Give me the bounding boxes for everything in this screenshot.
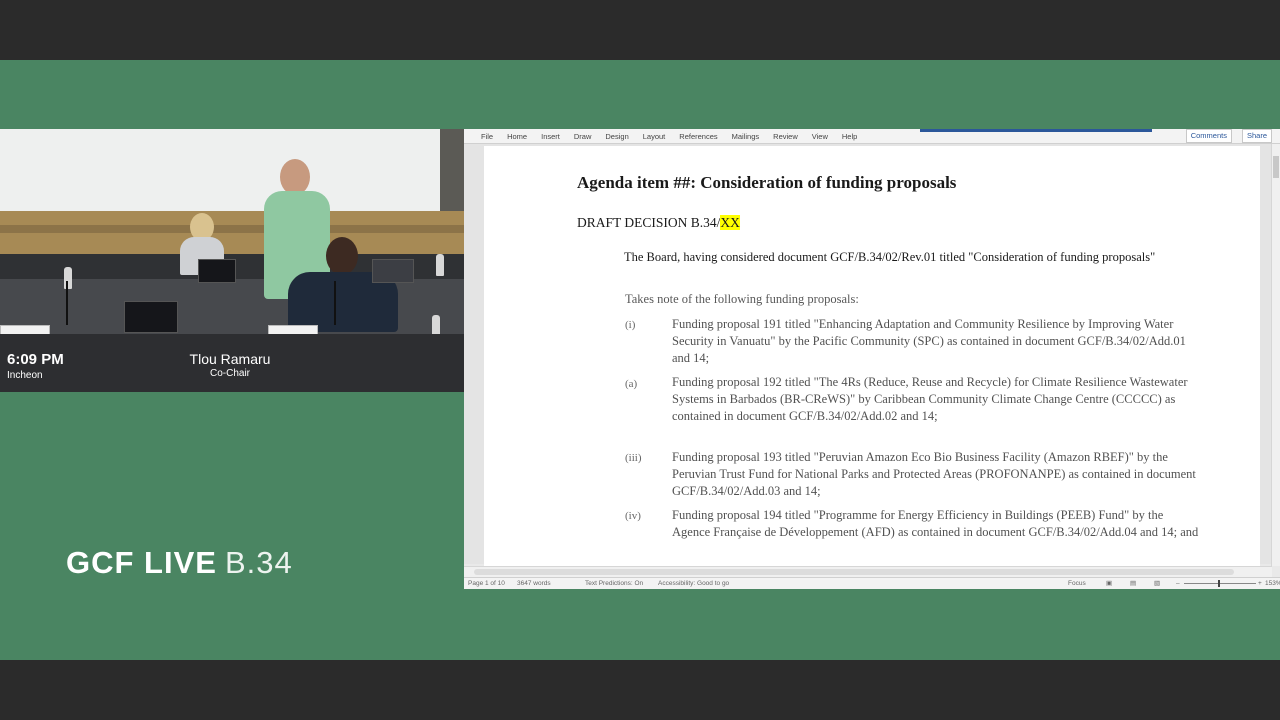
print-layout-icon[interactable]: ▤: [1130, 578, 1136, 589]
laptop: [198, 259, 236, 283]
tab-help[interactable]: Help: [835, 129, 864, 143]
ribbon-actions: Comments Share: [1185, 129, 1272, 143]
tab-review[interactable]: Review: [766, 129, 805, 143]
camera-feed: 6:09 PM Incheon Tlou Ramaru Co-Chair: [0, 129, 464, 392]
letterbox-bottom: [0, 660, 1280, 720]
laptop: [372, 259, 414, 283]
tab-home[interactable]: Home: [500, 129, 534, 143]
tab-insert[interactable]: Insert: [534, 129, 567, 143]
subitem-text: Funding proposal 191 titled "Enhancing A…: [672, 317, 1186, 365]
tab-references[interactable]: References: [672, 129, 724, 143]
comments-button[interactable]: Comments: [1185, 129, 1232, 143]
brand-session: B.34: [224, 545, 293, 580]
item-lead: Takes note of the following funding prop…: [625, 292, 859, 306]
subitem-marker: (i): [625, 319, 636, 331]
scroll-thumb[interactable]: [1273, 156, 1279, 178]
zoom-level[interactable]: 153%: [1265, 578, 1280, 589]
letterbox-top: [0, 0, 1280, 60]
web-layout-icon[interactable]: ▧: [1154, 578, 1160, 589]
tab-view[interactable]: View: [805, 129, 835, 143]
subitem-text: Funding proposal 194 titled "Programme f…: [672, 508, 1199, 539]
page-count[interactable]: Page 1 of 10: [468, 578, 505, 589]
tab-layout[interactable]: Layout: [636, 129, 673, 143]
subitem-marker: (iii): [625, 452, 642, 464]
wall-stripe: [0, 225, 464, 233]
word-document-window: File Home Insert Draw Design Layout Refe…: [464, 129, 1280, 589]
focus-button[interactable]: Focus: [1068, 578, 1086, 589]
ribbon-tabs: File Home Insert Draw Design Layout Refe…: [474, 129, 864, 143]
word-count[interactable]: 3647 words: [517, 578, 551, 589]
water-bottle: [436, 254, 444, 276]
zoom-out-icon[interactable]: –: [1176, 578, 1180, 589]
tab-file[interactable]: File: [474, 129, 500, 143]
document-page[interactable]: Agenda item ##: Consideration of funding…: [484, 146, 1260, 566]
share-button[interactable]: Share: [1241, 129, 1272, 143]
ribbon-bar: File Home Insert Draw Design Layout Refe…: [464, 129, 1280, 144]
subitem-marker: (iv): [625, 510, 641, 522]
clock-time: 6:09 PM: [7, 351, 64, 368]
co-chair-person: [288, 237, 398, 332]
document-canvas: Agenda item ##: Consideration of funding…: [464, 144, 1272, 566]
microphone: [334, 281, 336, 325]
speaker-role: Co-Chair: [209, 368, 250, 379]
accessibility-status[interactable]: Accessibility: Good to go: [658, 578, 729, 589]
intro-paragraph: The Board, having considered document GC…: [624, 250, 1156, 264]
event-branding: GCF LIVE B.34: [66, 545, 293, 581]
zoom-in-icon[interactable]: +: [1258, 578, 1262, 589]
draft-decision-prefix: DRAFT DECISION B.34/: [577, 215, 721, 230]
text-predictions-status[interactable]: Text Predictions: On: [585, 578, 643, 589]
tab-design[interactable]: Design: [598, 129, 635, 143]
zoom-slider[interactable]: [1184, 583, 1256, 584]
subitem-marker: (a): [625, 378, 638, 390]
read-mode-icon[interactable]: ▣: [1106, 578, 1112, 589]
projection-screen: [0, 129, 440, 211]
subitem-text: Funding proposal 193 titled "Peruvian Am…: [672, 450, 1196, 498]
location-label: Incheon: [7, 370, 43, 381]
subitem-text: Funding proposal 192 titled "The 4Rs (Re…: [672, 375, 1188, 423]
status-bar: Page 1 of 10 3647 words Text Predictions…: [464, 577, 1280, 589]
document-heading: Agenda item ##: Consideration of funding…: [577, 173, 957, 192]
ribbon-accent-bar: [920, 129, 1152, 132]
microphone: [66, 281, 68, 325]
draft-decision-line: DRAFT DECISION B.34/XX: [577, 215, 740, 231]
tab-mailings[interactable]: Mailings: [725, 129, 767, 143]
scroll-thumb[interactable]: [474, 569, 1234, 575]
tab-draw[interactable]: Draw: [567, 129, 599, 143]
zoom-slider-thumb[interactable]: [1218, 580, 1220, 587]
speaker-name: Tlou Ramaru: [189, 351, 271, 367]
wall-panel: [440, 129, 464, 211]
highlighted-placeholder: XX: [720, 215, 740, 230]
laptop: [124, 301, 178, 333]
vertical-scrollbar[interactable]: [1271, 144, 1280, 566]
brand-name: GCF LIVE: [66, 545, 217, 580]
